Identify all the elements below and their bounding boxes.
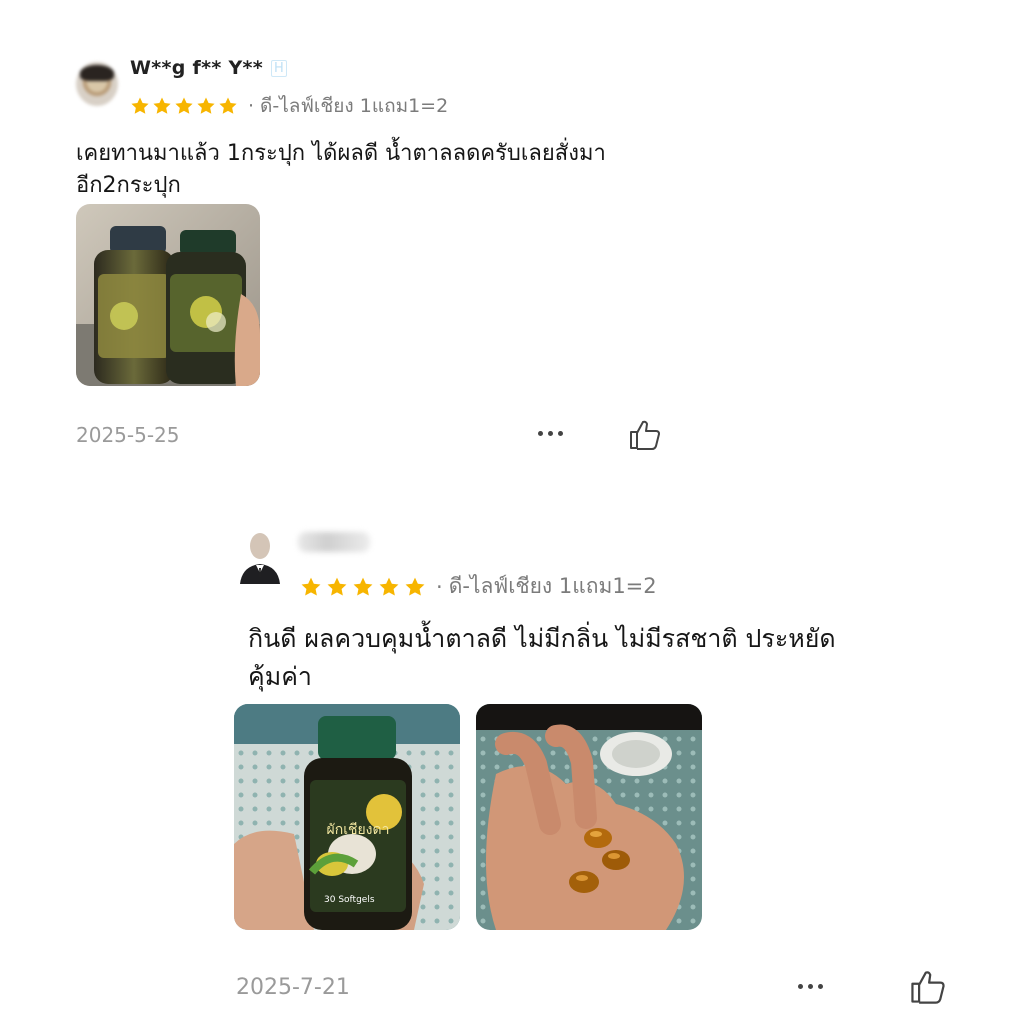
review-date: 2025-5-25 xyxy=(76,423,180,447)
star-icon xyxy=(327,577,347,596)
review-photo[interactable] xyxy=(476,704,702,930)
reviewer-name-text: W**g f** Y** xyxy=(130,57,264,79)
star-icon xyxy=(219,97,237,114)
star-icon xyxy=(175,97,193,114)
star-icon xyxy=(379,577,399,596)
thumbs-up-icon[interactable] xyxy=(627,416,663,452)
star-icon xyxy=(131,97,149,114)
product-variant: ดี-ไลฟ์เชียง 1แถม1=2 xyxy=(448,574,657,598)
product-count-label: 30 Softgels xyxy=(324,895,375,905)
avatar[interactable] xyxy=(236,532,284,584)
review-text-line: คุ้มค่า xyxy=(248,662,312,691)
review-photo[interactable] xyxy=(76,204,260,386)
rating-row: · ดี-ไลฟ์เชียง 1แถม1=2 xyxy=(300,570,657,603)
rating-row: · ดี-ไลฟ์เชียง 1แถม1=2 xyxy=(130,91,448,121)
review-text-line: กินดี ผลควบคุมน้ำตาลดี ไม่มีกลิ่น ไม่มีร… xyxy=(248,624,836,653)
star-rating xyxy=(130,96,238,116)
review-text: เคยทานมาแล้ว 1กระปุก ได้ผลดี น้ำตาลลดครั… xyxy=(76,138,606,202)
reviewer-name xyxy=(298,532,370,552)
star-rating xyxy=(300,576,426,598)
more-dots-icon[interactable] xyxy=(538,431,563,436)
thumbs-up-icon[interactable] xyxy=(908,966,948,1006)
review-photo-image: ผักเชียงดา 30 Softgels xyxy=(234,704,460,930)
review-photo-image xyxy=(76,204,260,386)
review-text-line: อีก2กระปุก xyxy=(76,173,181,198)
product-variant: ดี-ไลฟ์เชียง 1แถม1=2 xyxy=(260,95,449,117)
product-name-label: ผักเชียงดา xyxy=(327,822,390,838)
star-icon xyxy=(405,577,425,596)
review-text-line: เคยทานมาแล้ว 1กระปุก ได้ผลดี น้ำตาลลดครั… xyxy=(76,141,606,166)
star-icon xyxy=(197,97,215,114)
star-icon xyxy=(153,97,171,114)
more-dots-icon[interactable] xyxy=(798,984,823,989)
reviewer-name: W**g f** Y** H xyxy=(130,57,288,79)
member-badge: H xyxy=(271,60,288,77)
review-photo[interactable]: ผักเชียงดา 30 Softgels xyxy=(234,704,460,930)
variant-separator: · xyxy=(436,574,443,599)
review-date: 2025-7-21 xyxy=(236,975,350,1000)
star-icon xyxy=(301,577,321,596)
variant-separator: · xyxy=(248,95,255,117)
avatar[interactable] xyxy=(76,62,118,106)
star-icon xyxy=(353,577,373,596)
review-text: กินดี ผลควบคุมน้ำตาลดี ไม่มีกลิ่น ไม่มีร… xyxy=(248,620,836,696)
review-photo-image xyxy=(476,704,702,930)
